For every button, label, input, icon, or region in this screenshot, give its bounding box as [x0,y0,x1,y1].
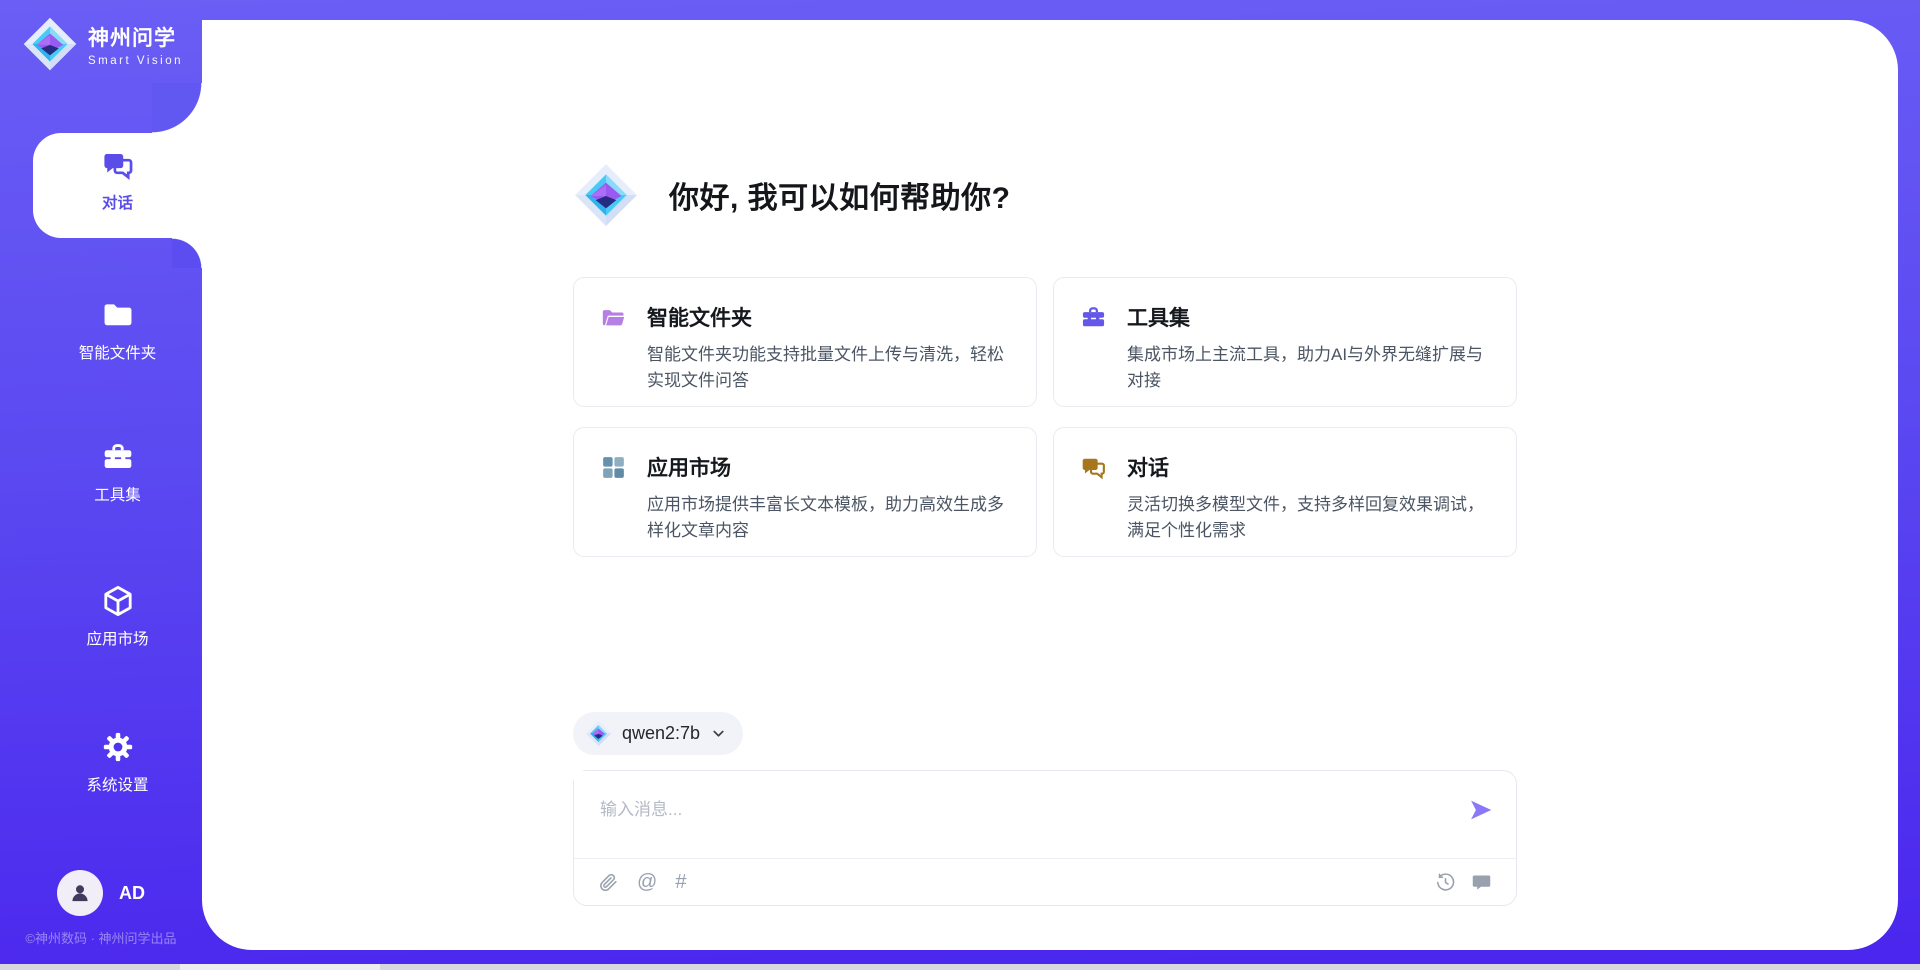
card-description: 集成市场上主流工具，助力AI与外界无缝扩展与对接 [1127,342,1490,394]
card-head: 对话 [1080,452,1490,482]
user-initials: AD [119,883,145,904]
card-head: 智能文件夹 [600,302,1010,332]
chat-bubbles-icon [101,148,135,182]
sidebar-item-app-market[interactable]: 应用市场 [33,584,202,649]
sidebar-item-toolset[interactable]: 工具集 [33,440,202,505]
composer-toolbar: @ # [574,858,1516,905]
avatar [57,870,103,916]
chat-bubbles-icon [1080,454,1107,481]
gear-icon [101,730,135,764]
sidebar-item-settings[interactable]: 系统设置 [33,730,202,795]
brand: 神州问学 Smart Vision [22,16,183,72]
cube-icon [101,584,135,618]
card-description: 智能文件夹功能支持批量文件上传与清洗，轻松实现文件问答 [647,342,1010,394]
horizontal-scrollbar[interactable] [0,964,1920,970]
card-app-market[interactable]: 应用市场 应用市场提供丰富长文本模板，助力高效生成多样化文章内容 [573,427,1037,557]
card-description: 灵活切换多模型文件，支持多样回复效果调试，满足个性化需求 [1127,492,1490,544]
sidebar-item-label: 对话 [102,191,133,213]
card-head: 应用市场 [600,452,1010,482]
greeting-logo-icon [573,162,639,228]
card-title: 工具集 [1127,302,1190,332]
send-button[interactable] [1468,797,1494,823]
card-chat[interactable]: 对话 灵活切换多模型文件，支持多样回复效果调试，满足个性化需求 [1053,427,1517,557]
sidebar-item-chat[interactable]: 对话 [33,148,202,213]
app-root: 神州问学 Smart Vision 对话 智能文件夹 工具集 应用市场 系统设置 [0,0,1920,970]
card-title: 应用市场 [647,452,731,482]
sidebar-item-label: 工具集 [94,483,141,505]
notch-curve-top [152,83,202,133]
card-toolset[interactable]: 工具集 集成市场上主流工具，助力AI与外界无缝扩展与对接 [1053,277,1517,407]
history-icon[interactable] [1435,872,1456,893]
mention-icon[interactable]: @ [637,872,657,892]
comment-icon[interactable] [1471,872,1492,893]
sidebar-item-label: 智能文件夹 [79,341,157,363]
message-input[interactable] [574,771,1434,857]
scrollbar-thumb[interactable] [180,964,380,970]
brand-title: 神州问学 [88,22,183,52]
app-grid-icon [600,454,627,481]
model-selector[interactable]: qwen2:7b [573,712,743,755]
brand-text: 神州问学 Smart Vision [88,22,183,67]
sidebar-item-label: 应用市场 [86,627,148,649]
folder-open-icon [600,304,627,331]
card-head: 工具集 [1080,302,1490,332]
card-smart-folder[interactable]: 智能文件夹 智能文件夹功能支持批量文件上传与清洗，轻松实现文件问答 [573,277,1037,407]
hash-icon[interactable]: # [675,872,686,892]
user-profile[interactable]: AD [0,870,202,916]
card-title: 智能文件夹 [647,302,752,332]
sidebar-item-smart-folder[interactable]: 智能文件夹 [33,298,202,363]
composer-tools-right [1435,872,1492,893]
toolbox-icon [1080,304,1107,331]
person-icon [67,880,93,906]
notch-curve-bottom [172,238,202,268]
sidebar: 神州问学 Smart Vision 对话 智能文件夹 工具集 应用市场 系统设置 [0,0,202,970]
brand-logo-icon [22,16,78,72]
toolbox-icon [101,440,135,474]
attachment-icon[interactable] [598,872,619,893]
card-description: 应用市场提供丰富长文本模板，助力高效生成多样化文章内容 [647,492,1010,544]
sidebar-item-label: 系统设置 [86,773,148,795]
folder-icon [101,298,135,332]
greeting-block: 你好, 我可以如何帮助你? [573,162,1011,228]
chevron-down-icon [710,725,727,742]
send-icon [1468,797,1494,823]
composer-tools-left: @ # [598,872,686,893]
model-name: qwen2:7b [622,723,700,744]
model-logo-icon [585,720,612,747]
main-panel: 你好, 我可以如何帮助你? 智能文件夹 智能文件夹功能支持批量文件上传与清洗，轻… [202,20,1898,950]
greeting-title: 你好, 我可以如何帮助你? [669,173,1011,217]
message-composer: @ # [573,770,1517,906]
brand-subtitle: Smart Vision [88,55,183,67]
card-title: 对话 [1127,452,1169,482]
sidebar-footer-text: ©神州数码 · 神州问学出品 [0,928,202,947]
feature-cards: 智能文件夹 智能文件夹功能支持批量文件上传与清洗，轻松实现文件问答 工具集 集成… [573,277,1517,557]
